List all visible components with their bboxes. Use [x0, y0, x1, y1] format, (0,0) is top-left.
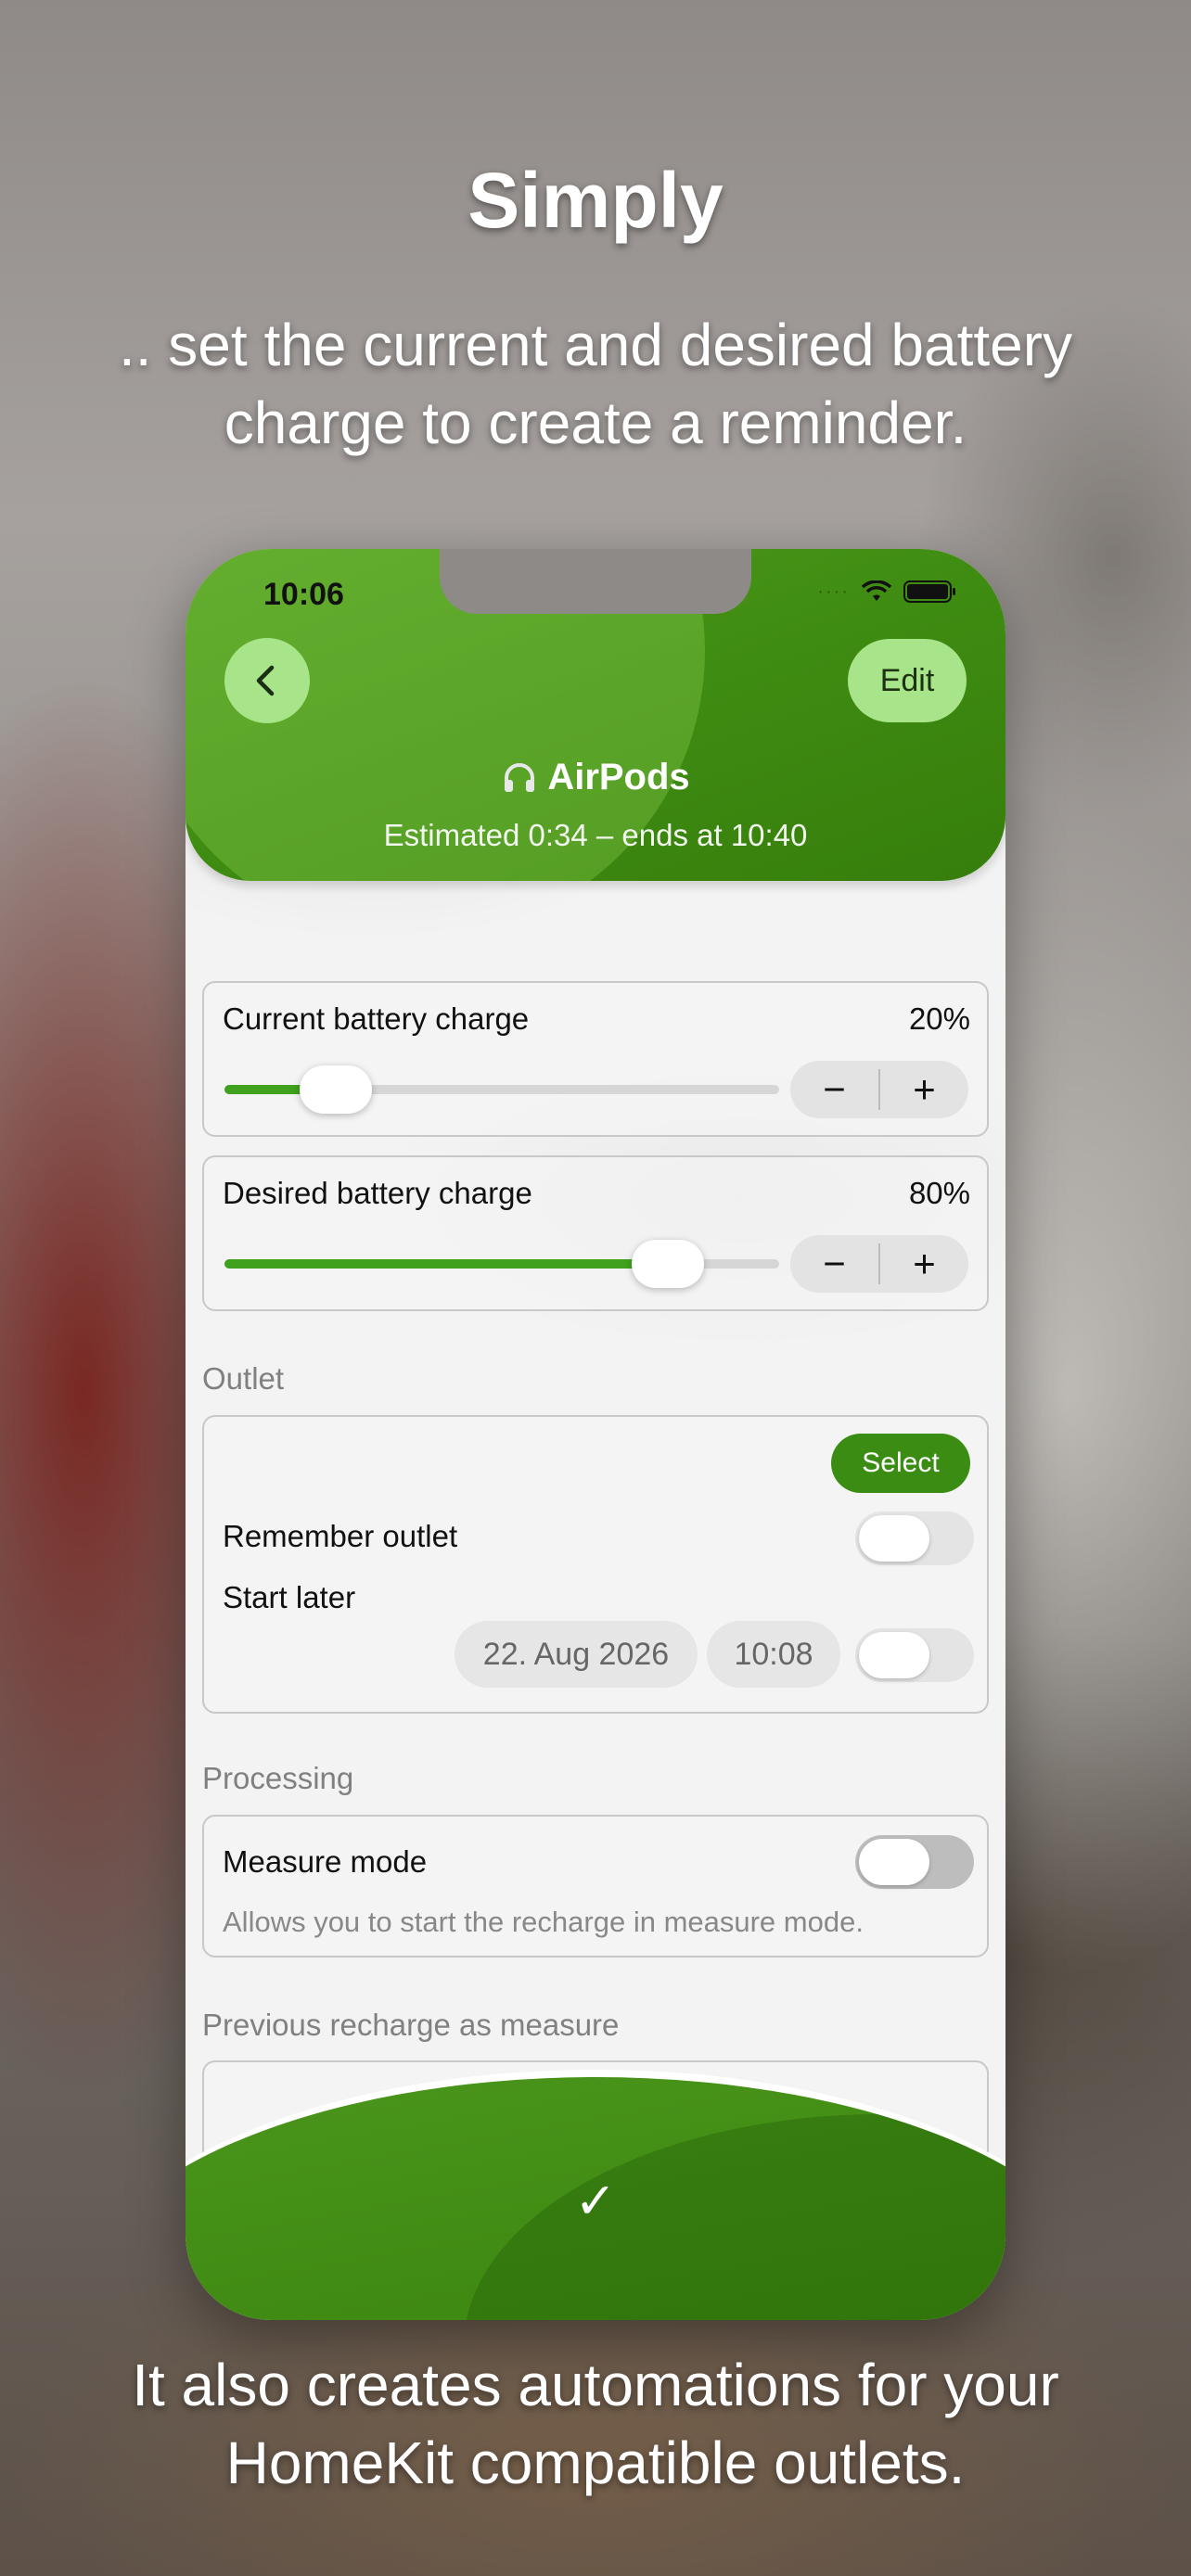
headphones-icon	[505, 762, 535, 792]
remember-outlet-toggle[interactable]	[855, 1511, 974, 1565]
start-later-label: Start later	[223, 1580, 356, 1614]
measure-mode-toggle[interactable]	[855, 1835, 974, 1889]
chevron-left-icon	[256, 665, 275, 696]
desired-charge-value: 80%	[908, 1176, 970, 1210]
desired-charge-card: Desired battery charge 80% − +	[202, 1155, 989, 1311]
outlet-card: Select Remember outlet Start later 22. A…	[202, 1415, 989, 1714]
headline-subtitle: .. set the current and desired battery c…	[118, 312, 1073, 456]
status-icons: ····	[817, 580, 955, 603]
headline-title: Simply	[467, 157, 724, 244]
desired-charge-slider[interactable]	[224, 1240, 779, 1288]
wifi-icon	[861, 580, 892, 601]
edit-button[interactable]: Edit	[848, 639, 967, 722]
slider-thumb[interactable]	[632, 1240, 705, 1288]
start-later-toggle[interactable]	[855, 1628, 974, 1682]
measure-mode-label: Measure mode	[223, 1844, 428, 1879]
outlet-section-label: Outlet	[202, 1361, 285, 1396]
notch	[440, 549, 751, 614]
device-title: AirPods	[186, 757, 1005, 798]
desired-charge-label: Desired battery charge	[223, 1176, 532, 1210]
increment-button[interactable]: +	[880, 1067, 968, 1112]
back-button[interactable]	[224, 638, 310, 723]
phone-screen: 10:06 ···· Edit AirPods Estimated 0:34 –…	[186, 549, 1005, 2320]
signal-icon: ····	[817, 580, 850, 602]
device-name: AirPods	[547, 757, 690, 797]
current-charge-slider[interactable]	[224, 1065, 779, 1114]
remember-outlet-label: Remember outlet	[223, 1519, 458, 1553]
status-time: 10:06	[263, 577, 344, 612]
current-charge-card: Current battery charge 20% − +	[202, 981, 989, 1137]
time-picker[interactable]: 10:08	[707, 1621, 840, 1688]
previous-section-label: Previous recharge as measure	[202, 2008, 620, 2042]
desired-charge-stepper[interactable]: − +	[790, 1235, 968, 1293]
date-picker[interactable]: 22. Aug 2026	[455, 1621, 698, 1688]
processing-card: Measure mode Allows you to start the rec…	[202, 1815, 989, 1958]
increment-button[interactable]: +	[880, 1242, 968, 1286]
current-charge-stepper[interactable]: − +	[790, 1061, 968, 1118]
decrement-button[interactable]: −	[790, 1067, 878, 1112]
battery-icon	[903, 580, 955, 603]
estimate-text: Estimated 0:34 – ends at 10:40	[383, 818, 808, 852]
select-outlet-button[interactable]: Select	[831, 1434, 970, 1493]
decrement-button[interactable]: −	[790, 1242, 878, 1286]
headline-footer: It also creates automations for your Hom…	[132, 2352, 1059, 2496]
processing-section-label: Processing	[202, 1761, 354, 1795]
checkmark-icon[interactable]: ✓	[186, 2172, 1005, 2230]
current-charge-label: Current battery charge	[223, 1001, 530, 1036]
current-charge-value: 20%	[908, 1001, 970, 1036]
measure-mode-hint: Allows you to start the recharge in meas…	[223, 1906, 864, 1938]
slider-thumb[interactable]	[299, 1065, 372, 1114]
